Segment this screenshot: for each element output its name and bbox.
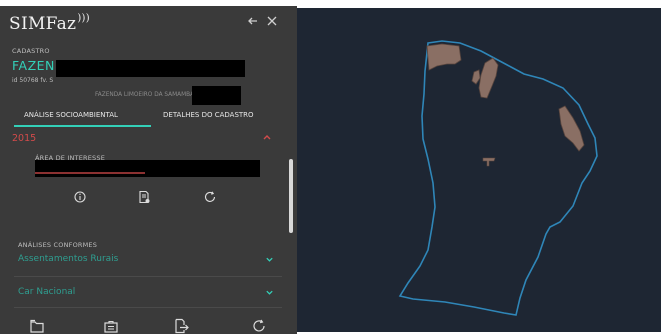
- farm-id: id 50768 fv. S: [12, 77, 54, 84]
- panel-content: 2015 ÁREA DE INTERESSE ANÁLISES CONFORME…: [0, 129, 297, 309]
- panel-footer: [0, 306, 297, 334]
- section-year[interactable]: 2015: [12, 133, 36, 144]
- menu-item-label: Car Nacional: [18, 287, 76, 297]
- tab-analise-socioambiental[interactable]: ANÁLISE SOCIOAMBIENTAL: [24, 111, 118, 119]
- interest-area-polygon[interactable]: [482, 157, 496, 167]
- divider: [14, 276, 282, 277]
- export-icon[interactable]: [173, 318, 189, 334]
- folder-icon[interactable]: [29, 318, 45, 334]
- info-icon[interactable]: [73, 189, 87, 203]
- alert-text-obscured: [35, 172, 145, 174]
- arrow-left-icon[interactable]: [246, 14, 260, 28]
- side-panel: SIMFaz))) CADASTRO FAZEND id 50768 fv. S…: [0, 6, 297, 334]
- farm-subtitle: FAZENDA LIMOEIRO DA SAMAMBAIA: [95, 92, 200, 98]
- interest-area-polygon[interactable]: [558, 105, 585, 152]
- cadastro-label: CADASTRO: [12, 47, 50, 55]
- refresh-icon[interactable]: [203, 189, 217, 203]
- interest-area-polygon[interactable]: [471, 69, 481, 85]
- close-icon[interactable]: [265, 14, 279, 28]
- tab-detalhes-cadastro[interactable]: DETALHES DO CADASTRO: [163, 111, 254, 119]
- active-tab-indicator: [14, 125, 151, 127]
- redaction-block: [192, 86, 241, 105]
- menu-item-label: Assentamentos Rurais: [18, 254, 119, 264]
- logo-text: SIMFaz: [9, 14, 77, 34]
- refresh-icon[interactable]: [251, 318, 267, 334]
- chevron-down-icon[interactable]: [265, 288, 274, 300]
- app-frame: SIMFaz))) CADASTRO FAZEND id 50768 fv. S…: [0, 0, 661, 334]
- map-view[interactable]: [297, 8, 661, 332]
- scrollbar-thumb[interactable]: [289, 159, 293, 233]
- logo-wave-icon: ))): [77, 13, 90, 24]
- menu-item-assentamentos[interactable]: Assentamentos Rurais: [0, 252, 297, 270]
- tab-bar: ANÁLISE SOCIOAMBIENTAL DETALHES DO CADAS…: [0, 105, 297, 129]
- analises-conformes-label: ANÁLISES CONFORMES: [18, 241, 98, 249]
- menu-item-car-nacional[interactable]: Car Nacional: [0, 285, 297, 303]
- document-icon[interactable]: [137, 189, 151, 204]
- interest-area-polygon[interactable]: [478, 57, 499, 99]
- briefcase-icon[interactable]: [103, 318, 119, 334]
- interest-area-polygon[interactable]: [426, 43, 462, 71]
- chevron-up-icon[interactable]: [262, 132, 272, 145]
- map-canvas: [398, 40, 598, 316]
- redaction-block: [56, 60, 245, 77]
- redaction-block: [35, 160, 260, 177]
- logo: SIMFaz))): [9, 13, 90, 34]
- chevron-down-icon[interactable]: [265, 255, 274, 267]
- property-boundary[interactable]: [398, 40, 598, 316]
